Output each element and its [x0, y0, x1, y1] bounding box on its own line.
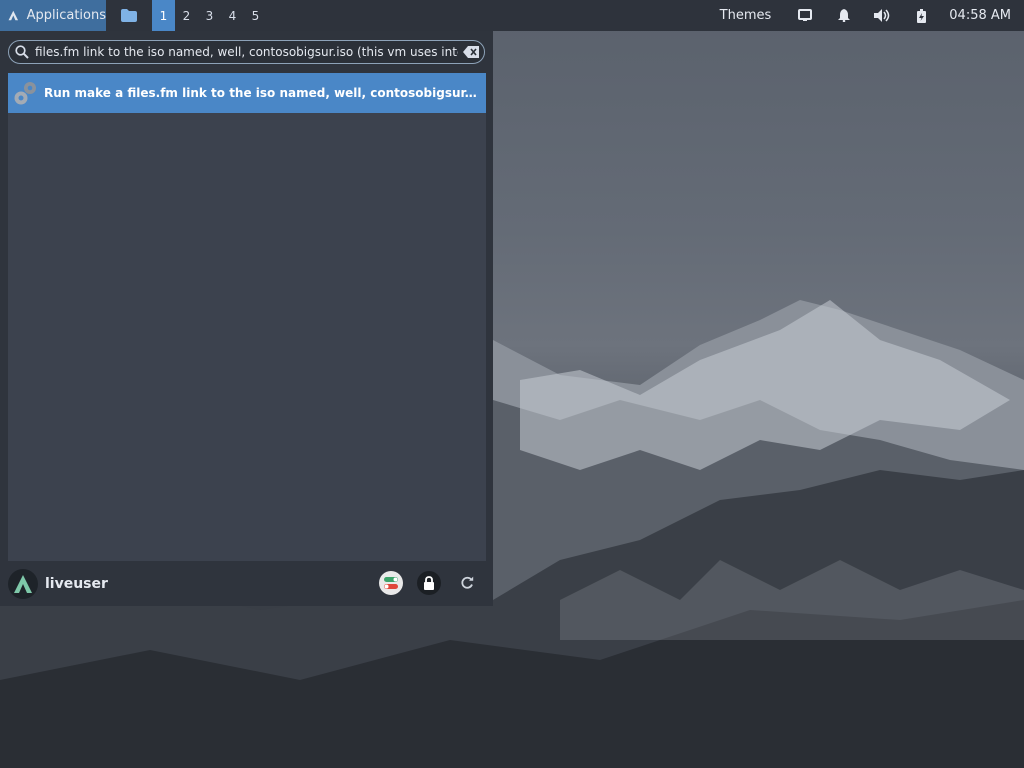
clear-search-icon[interactable]: [458, 46, 484, 58]
search-results: Run make a files.fm link to the iso name…: [8, 73, 486, 561]
arch-logo-icon: [8, 10, 19, 21]
monitor-icon: [797, 9, 812, 21]
search-input[interactable]: [35, 42, 458, 62]
notifications-button[interactable]: [824, 0, 863, 31]
power-button[interactable]: [902, 0, 941, 31]
gears-icon: [8, 79, 44, 107]
themes-button[interactable]: Themes: [720, 0, 786, 31]
applications-label: Applications: [26, 8, 106, 23]
search-bar: [8, 40, 485, 64]
workspace-1[interactable]: 1: [152, 0, 175, 31]
clock[interactable]: 04:58 AM: [941, 0, 1024, 31]
workspace-4[interactable]: 4: [221, 0, 244, 31]
arch-logo-icon: [14, 574, 32, 593]
log-out-button[interactable]: [455, 571, 479, 595]
workspace-2[interactable]: 2: [175, 0, 198, 31]
user-avatar: [8, 568, 38, 599]
folder-icon: [121, 9, 137, 22]
result-label: Run make a files.fm link to the iso name…: [44, 86, 480, 100]
top-panel: Applications 1 2 3 4 5 Themes 04:58 AM: [0, 0, 1024, 31]
volume-button[interactable]: [863, 0, 902, 31]
workspace-switcher: 1 2 3 4 5: [152, 0, 267, 31]
username: liveuser: [45, 575, 108, 592]
file-manager-button[interactable]: [106, 0, 152, 31]
workspace-3[interactable]: 3: [198, 0, 221, 31]
session-actions: [379, 571, 479, 595]
lock-icon: [424, 576, 434, 590]
panel-tray: Themes 04:58 AM: [720, 0, 1024, 31]
lock-screen-button[interactable]: [417, 571, 441, 595]
settings-toggle-icon: [384, 577, 398, 589]
settings-manager-button[interactable]: [379, 571, 403, 595]
display-button[interactable]: [785, 0, 824, 31]
bell-icon: [837, 9, 850, 22]
user-bar: liveuser: [0, 561, 493, 606]
workspace-5[interactable]: 5: [244, 0, 267, 31]
application-menu: Run make a files.fm link to the iso name…: [0, 31, 493, 606]
speaker-icon: [873, 9, 890, 22]
search-icon: [9, 45, 35, 59]
battery-icon: [917, 8, 927, 23]
applications-menu-button[interactable]: Applications: [0, 0, 106, 31]
run-command-result[interactable]: Run make a files.fm link to the iso name…: [8, 73, 486, 113]
refresh-icon: [461, 576, 474, 589]
